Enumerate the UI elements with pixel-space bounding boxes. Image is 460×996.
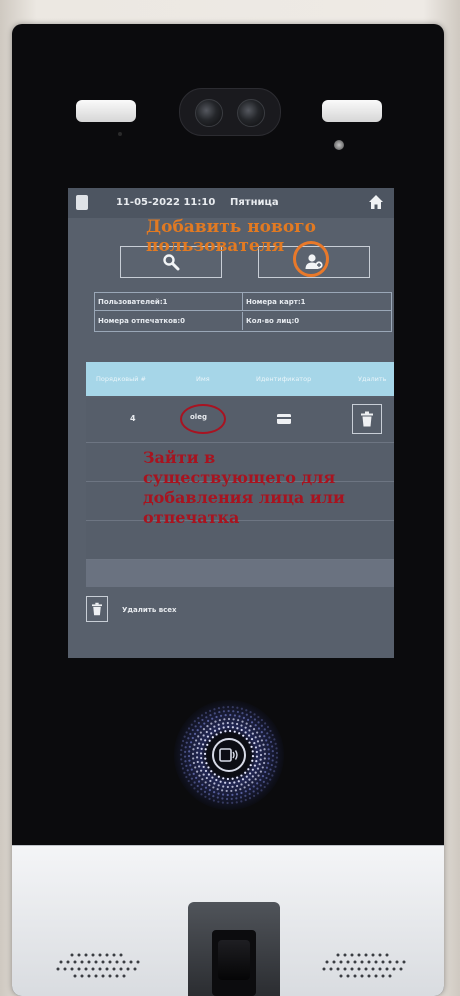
column-name: Имя (196, 375, 210, 383)
cards-count: Номера карт:1 (243, 293, 391, 311)
nfc-card-icon (212, 738, 246, 772)
annotation-circle-user (180, 404, 226, 434)
statistics-panel: Пользователей:1 Номера карт:1 Номера отп… (94, 292, 392, 332)
fingerprint-sensor (212, 930, 256, 996)
faces-count: Кол-во лиц:0 (246, 317, 300, 325)
fingerprint-scanner[interactable] (188, 902, 280, 996)
camera-lens-right (237, 99, 265, 127)
fingerprints-count: Номера отпечатков:0 (95, 312, 243, 330)
speaker-grille-left (56, 953, 140, 978)
light-sensor (334, 140, 344, 150)
right-illuminator (322, 100, 382, 122)
users-count: Пользователей:1 (95, 293, 243, 311)
status-weekday: Пятница (230, 197, 279, 208)
card-icon[interactable] (276, 411, 292, 425)
annotation-open-existing: Зайти в существующего для добавления лиц… (143, 448, 345, 527)
home-icon[interactable] (368, 194, 384, 210)
sd-card-icon (76, 195, 88, 210)
delete-user-button[interactable] (352, 404, 382, 434)
nfc-reader[interactable] (174, 700, 284, 810)
row-number: 4 (130, 414, 136, 423)
column-delete: Удалить (358, 375, 387, 383)
users-table-header: Порядковый # Имя Идентификатор Удалить (86, 362, 394, 396)
dual-camera (179, 88, 281, 136)
column-identifier: Идентификатор (256, 375, 312, 383)
table-row-empty (86, 560, 394, 587)
speaker-grille-right (322, 953, 406, 978)
status-datetime: 11-05-2022 11:10 (116, 197, 216, 208)
microphone-hole (118, 132, 122, 136)
table-row[interactable]: 4 oleg (86, 398, 394, 443)
delete-all-button[interactable] (86, 596, 108, 622)
intercom-panel: 11-05-2022 11:10 Пятница Добавить нового… (12, 24, 444, 996)
touch-screen: 11-05-2022 11:10 Пятница Добавить нового… (68, 188, 394, 658)
column-number: Порядковый # (96, 375, 146, 383)
left-illuminator (76, 100, 136, 122)
status-bar: 11-05-2022 11:10 Пятница (68, 188, 394, 218)
delete-all-label[interactable]: Удалить всех (122, 606, 177, 614)
annotation-add-user: Добавить нового пользователя (146, 217, 316, 256)
camera-lens-left (195, 99, 223, 127)
